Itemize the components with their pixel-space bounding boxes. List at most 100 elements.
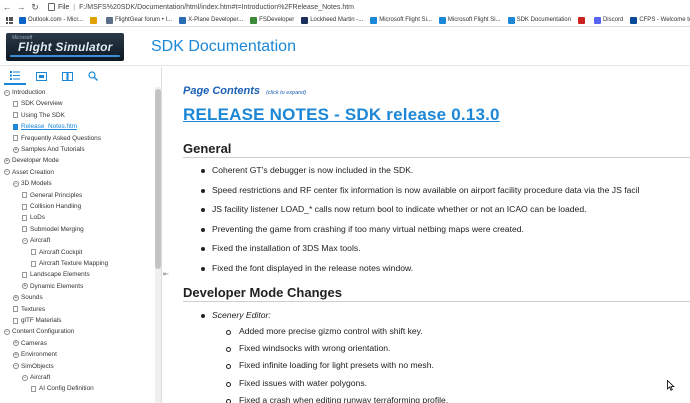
toc-folder-item[interactable]: − Asset Creation: [4, 167, 54, 178]
toc-page-item[interactable]: LoDs: [22, 212, 45, 223]
bookmark-favicon-icon: [90, 16, 98, 24]
toc-folder-item[interactable]: + Sounds: [13, 292, 43, 303]
disc-bullet: [201, 227, 205, 232]
toc-item-label: SDK Overview: [21, 100, 63, 108]
page-icon: [31, 260, 36, 267]
toc-item-label: Sounds: [21, 294, 43, 302]
bookmark-item[interactable]: FSDeveloper: [250, 16, 295, 24]
bookmark-item[interactable]: Outlook.com - Micr...: [19, 16, 83, 24]
toc-folder-item[interactable]: − Aircraft: [22, 235, 50, 246]
bookmark-item[interactable]: Microsoft Flight Si...: [438, 16, 501, 24]
toc-folder-item[interactable]: + Developer Mode: [4, 155, 59, 166]
toc-page-item[interactable]: glTF Materials: [13, 315, 61, 326]
toc-item-label: 3D Models: [21, 180, 52, 188]
bookmark-favicon-icon: [19, 16, 26, 24]
toc-page-item[interactable]: Frequently Asked Questions: [13, 133, 101, 144]
page-contents-toggle[interactable]: Page Contents (click to expand): [183, 85, 306, 97]
forward-icon[interactable]: →: [14, 0, 28, 14]
bookmark-favicon-icon: [507, 16, 515, 24]
toc-folder-item[interactable]: − Content Configuration: [4, 326, 74, 337]
toc-folder-item[interactable]: − SimObjects: [13, 361, 54, 372]
bookmark-item[interactable]: Microsoft Flight Si...: [370, 16, 432, 24]
collapse-icon: −: [13, 363, 19, 370]
toc-folder-item[interactable]: + Cameras: [13, 338, 47, 349]
general-note-item: Fixed the installation of 3DS Max tools.: [212, 243, 361, 254]
bookmark-label: CFPS - Welcome to...: [639, 17, 690, 23]
list-icon: [10, 70, 20, 80]
toc-folder-item[interactable]: − Introduction: [4, 87, 45, 98]
collapse-icon: −: [22, 374, 28, 381]
page-contents-hint: (click to expand): [266, 90, 307, 96]
toc-item-label: Dynamic Elements: [30, 282, 84, 290]
tab-index[interactable]: [30, 67, 52, 85]
release-notes-title[interactable]: RELEASE NOTES - SDK release 0.13.0: [183, 105, 500, 125]
page-icon: [13, 306, 18, 313]
back-icon[interactable]: ←: [0, 0, 14, 14]
tab-search[interactable]: [82, 67, 104, 85]
scenery-editor-label: Scenery Editor:: [212, 310, 271, 320]
toc-page-item[interactable]: Collision Handling: [22, 201, 81, 212]
toc-item-label: Content Configuration: [12, 328, 75, 336]
toc-item-label: Aircraft: [30, 374, 51, 381]
toc-folder-item[interactable]: + Samples And Tutorials: [13, 144, 85, 155]
collapse-icon: −: [4, 169, 10, 176]
toc-folder-item[interactable]: − Aircraft: [22, 372, 50, 383]
sidebar-scrollbar-thumb[interactable]: [155, 89, 161, 269]
bookmark-item[interactable]: Lockheed Martin -...: [301, 16, 363, 24]
bookmark-label: Discord: [602, 17, 624, 23]
url-input[interactable]: F:/MSFS%20SDK/Documentation/html/index.h…: [79, 4, 354, 11]
scenery-note-item: Fixed infinite loading for light presets…: [239, 360, 434, 371]
bookmark-item[interactable]: [90, 16, 99, 24]
tab-glossary[interactable]: [56, 67, 78, 85]
toc-page-item[interactable]: Submodel Merging: [22, 224, 84, 235]
disc-bullet: [201, 208, 205, 213]
toc-folder-item[interactable]: + Environment: [13, 349, 57, 360]
toc-item-label: Samples And Tutorials: [21, 146, 85, 153]
reload-icon[interactable]: ↻: [28, 0, 42, 14]
toc-item-label: Developer Mode: [12, 157, 59, 165]
bookmark-favicon-icon: [250, 16, 258, 24]
page-icon: [22, 203, 27, 210]
toc-page-item[interactable]: Landscape Elements: [22, 269, 90, 280]
toc-page-item[interactable]: Using The SDK: [13, 110, 65, 121]
bookmark-favicon-icon: [630, 16, 638, 24]
toc-page-item[interactable]: SDK Overview: [13, 98, 63, 109]
developer-mode-heading: Developer Mode Changes: [183, 285, 342, 300]
toc-item-label: Textures: [21, 305, 46, 313]
page-icon: [13, 135, 18, 142]
logo-main-text: Flight Simulator: [18, 40, 113, 54]
toc-page-item[interactable]: Aircraft Cockpit: [31, 247, 82, 258]
apps-icon[interactable]: [6, 16, 13, 24]
bookmark-favicon-icon: [577, 16, 585, 24]
tab-contents[interactable]: [4, 67, 26, 85]
sidebar: − Introduction SDK Overview Using The SDK Re…: [0, 67, 162, 403]
toc-folder-item[interactable]: + Dynamic Elements: [22, 281, 83, 292]
browser-address-bar: ← → ↻ File | F:/MSFS%20SDK/Documentation…: [0, 0, 690, 14]
bookmark-item[interactable]: [577, 16, 587, 24]
toc-folder-item[interactable]: −3D Models: [13, 178, 52, 189]
address-separator: |: [73, 3, 76, 11]
toc-page-item[interactable]: Textures: [13, 304, 45, 315]
general-note-item: Speed restrictions and RF center fix inf…: [212, 184, 640, 195]
toc-page-item[interactable]: Aircraft Texture Mapping: [31, 258, 108, 269]
toc-page-item[interactable]: AI Config Definition: [31, 383, 94, 394]
bookmark-item[interactable]: CFPS - Welcome to...: [630, 16, 690, 24]
bookmark-label: FSDeveloper: [259, 17, 295, 23]
page-icon: [31, 385, 36, 392]
toc-item-label: AI Config Definition: [39, 385, 94, 393]
page-header: Microsoft Flight Simulator SDK Documenta…: [0, 28, 690, 66]
bookmark-label: X-Plane Developer...: [188, 17, 244, 23]
bookmarks-bar: Outlook.com - Micr... FlightGear forum • …: [0, 14, 690, 27]
toc-item-label: Aircraft Texture Mapping: [39, 260, 109, 267]
bookmark-item[interactable]: FlightGear forum • I...: [106, 16, 172, 24]
toc-page-item[interactable]: Release_Notes.htm: [13, 121, 77, 132]
developer-mode-heading-rule: [183, 301, 690, 302]
general-note-item: JS facility listener LOAD_* calls now re…: [212, 204, 587, 215]
toc-page-item[interactable]: General Principles: [22, 190, 82, 201]
bookmark-item[interactable]: Discord: [593, 16, 624, 24]
circle-bullet: [226, 330, 231, 335]
index-icon: [35, 71, 47, 81]
bookmark-item[interactable]: SDK Documentation: [507, 16, 571, 24]
flight-simulator-logo[interactable]: Microsoft Flight Simulator: [6, 33, 124, 61]
bookmark-item[interactable]: X-Plane Developer...: [179, 16, 244, 24]
